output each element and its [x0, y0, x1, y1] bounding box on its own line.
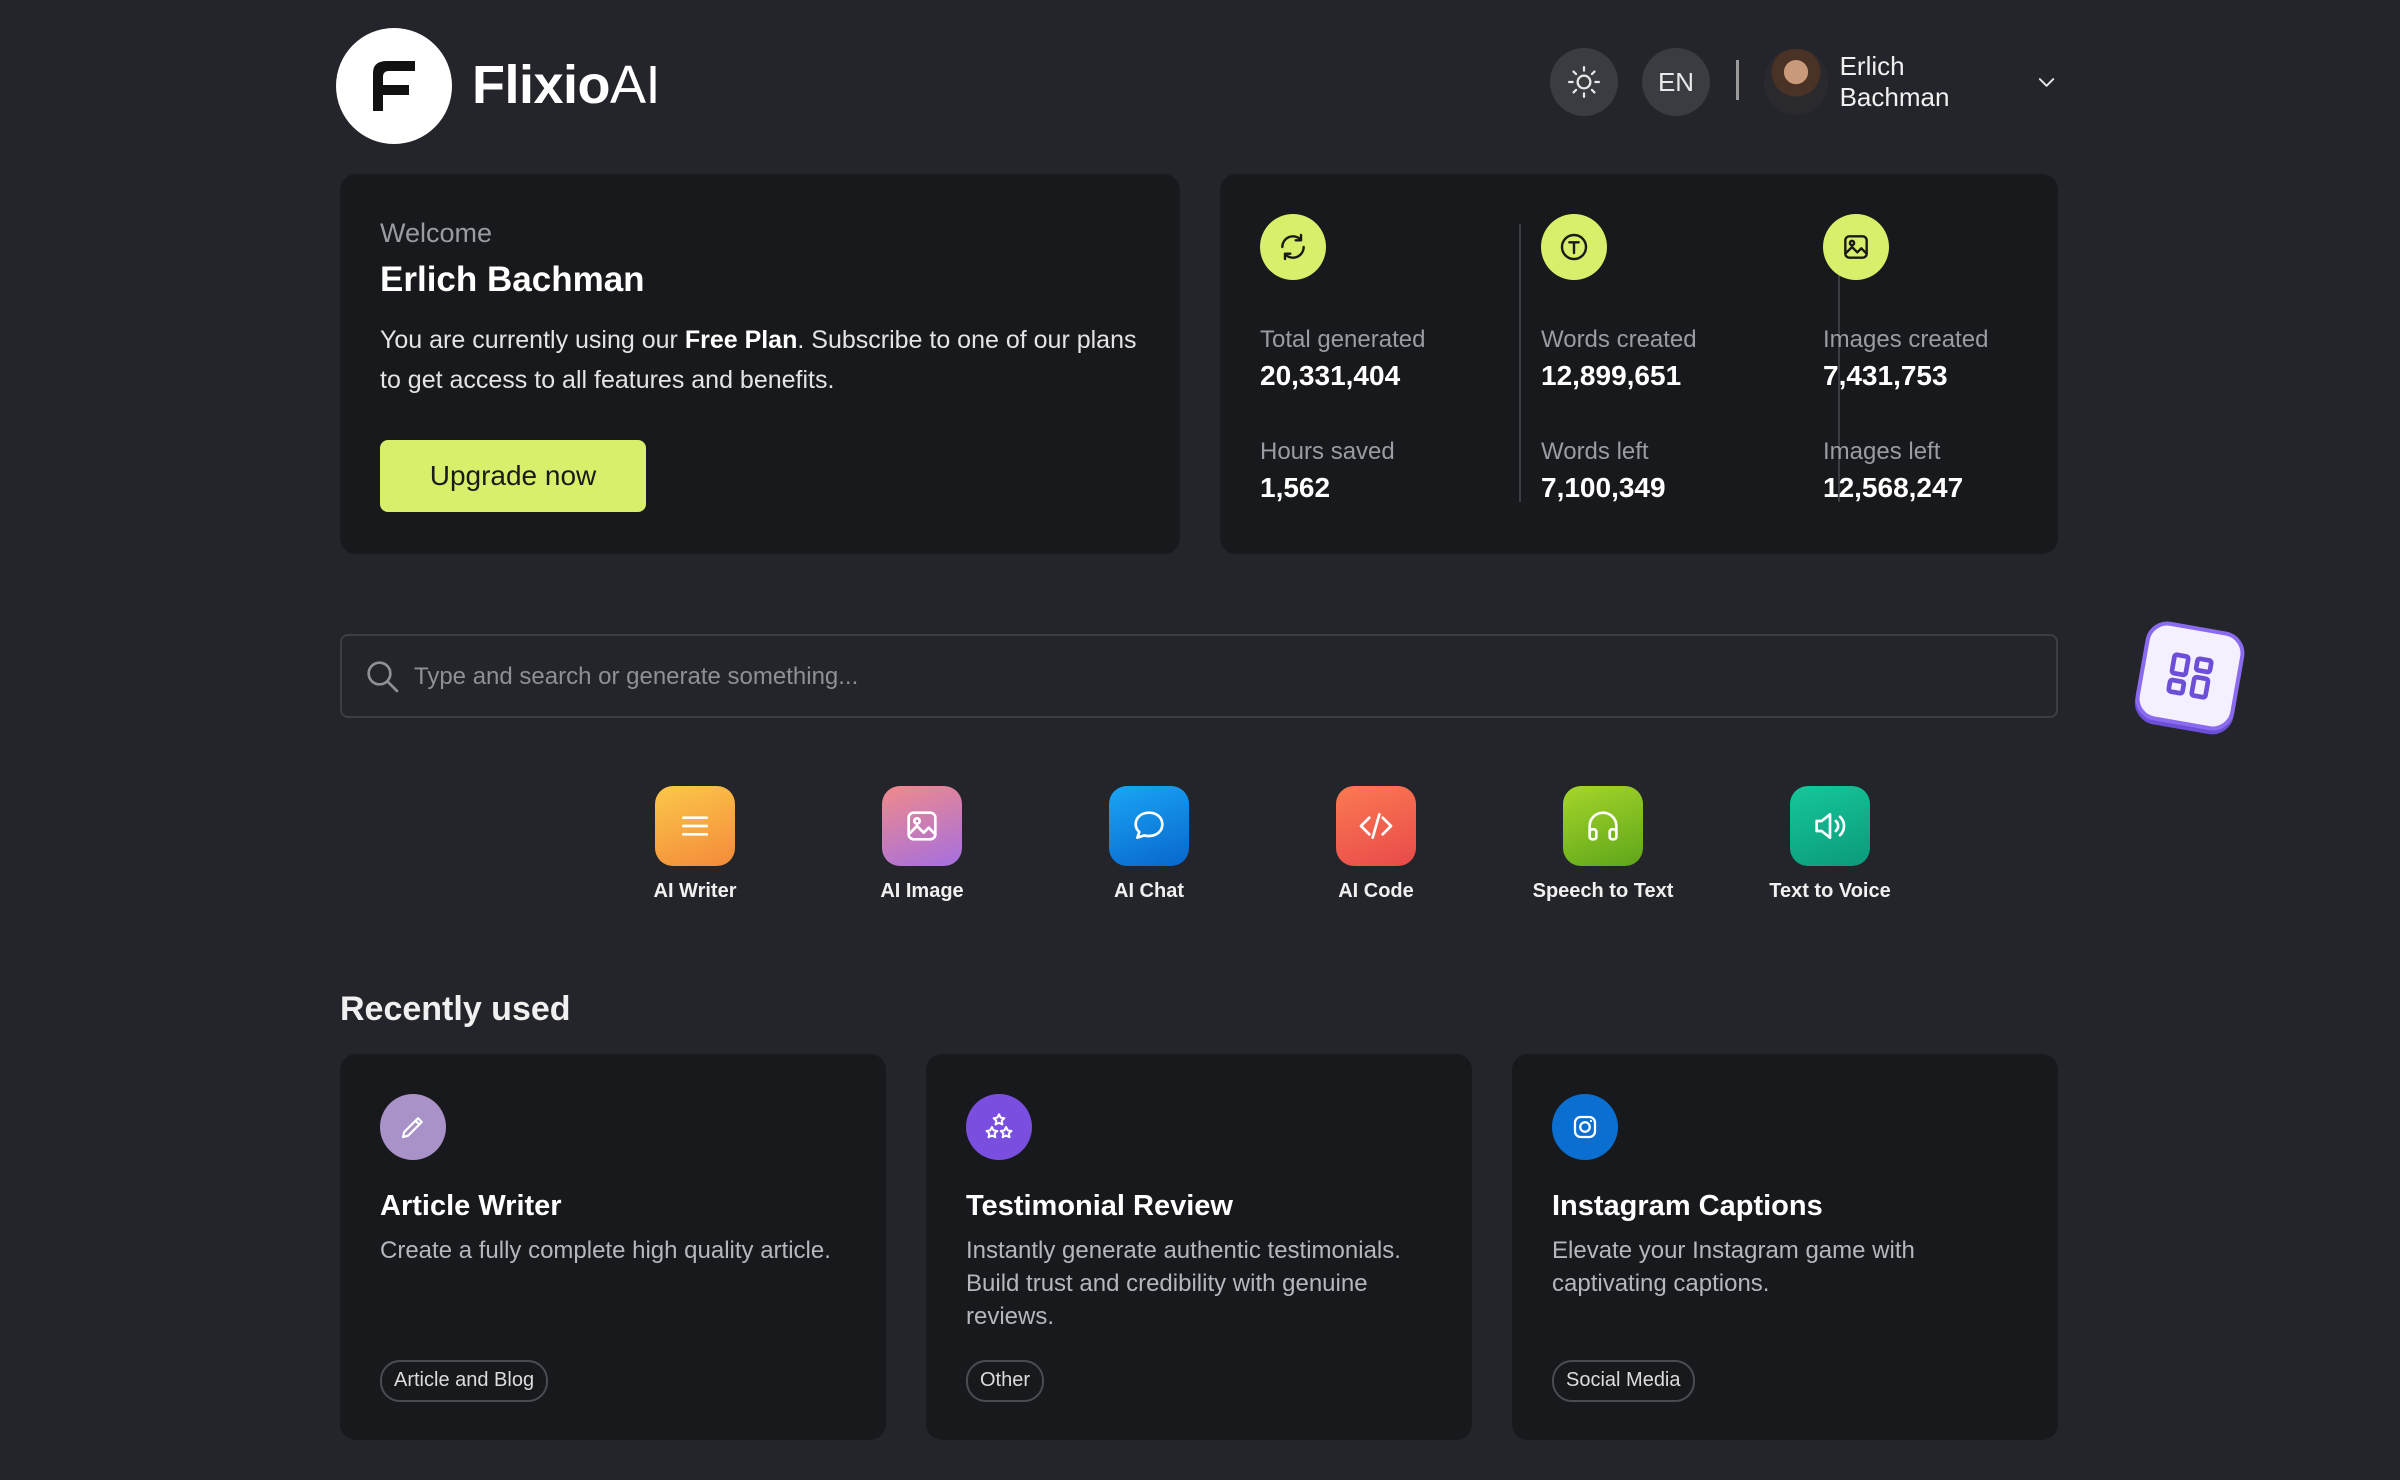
tool-shortcuts: AI Writer AI Image AI Chat AI Code Speec…: [582, 786, 1891, 906]
welcome-label: Welcome: [380, 218, 493, 248]
user-menu[interactable]: Erlich Bachman: [1764, 44, 2058, 120]
chevron-down-icon: [2038, 78, 2055, 87]
stat-total-generated: Total generated 20,331,404 Hours saved 1…: [1260, 214, 1500, 504]
welcome-card: Welcome Erlich Bachman You are currently…: [340, 174, 1180, 554]
stat-value: 12,899,651: [1541, 360, 1682, 391]
tool-label: AI Code: [1338, 880, 1414, 902]
tool-text-to-voice[interactable]: Text to Voice: [1717, 786, 1943, 903]
stat-label: Total generated: [1260, 326, 1426, 353]
theme-toggle-button[interactable]: [1550, 48, 1618, 116]
image-icon: [1823, 214, 1889, 280]
tool-label: AI Writer: [653, 880, 737, 902]
card-title: Article Writer: [380, 1190, 562, 1222]
logo-icon[interactable]: [336, 28, 452, 144]
recent-card-article-writer[interactable]: Article Writer Create a fully complete h…: [340, 1054, 886, 1440]
search-input[interactable]: [412, 636, 2016, 718]
language-button[interactable]: EN: [1642, 48, 1710, 116]
stat-label: Words left: [1541, 438, 1649, 465]
card-tag: Other: [966, 1360, 1045, 1402]
tool-ai-writer[interactable]: AI Writer: [582, 786, 808, 903]
tool-ai-chat[interactable]: AI Chat: [1036, 786, 1262, 903]
card-tag: Social Media: [1552, 1360, 1695, 1402]
plan-description: You are currently using our Free Plan. S…: [380, 320, 1140, 400]
lines-icon: [655, 786, 735, 866]
apps-grid-button[interactable]: [2132, 618, 2248, 734]
stat-images: Images created 7,431,753 Images left 12,…: [1823, 214, 2063, 504]
upgrade-button[interactable]: Upgrade now: [380, 440, 646, 512]
stat-words: Words created 12,899,651 Words left 7,10…: [1541, 214, 1781, 504]
stat-value: 7,100,349: [1541, 472, 1666, 503]
refresh-icon: [1260, 214, 1326, 280]
code-icon: [1336, 786, 1416, 866]
plan-text-before: You are currently using our: [380, 326, 685, 354]
card-tag: Article and Blog: [380, 1360, 549, 1402]
tool-label: Text to Voice: [1769, 880, 1891, 902]
text-icon: [1541, 214, 1607, 280]
search-bar[interactable]: [340, 634, 2058, 718]
tool-speech-to-text[interactable]: Speech to Text: [1490, 786, 1716, 903]
stat-divider: [1519, 224, 1521, 502]
usage-stats-card: Total generated 20,331,404 Hours saved 1…: [1220, 174, 2058, 554]
stat-value: 7,431,753: [1823, 360, 1948, 391]
plan-name: Free Plan: [684, 326, 798, 354]
stat-label: Hours saved: [1260, 438, 1395, 465]
recently-used-heading: Recently used: [340, 990, 571, 1028]
brand-name-light: AI: [610, 55, 661, 115]
tool-ai-code[interactable]: AI Code: [1263, 786, 1489, 903]
stat-label: Images created: [1823, 326, 1989, 353]
headphones-icon: [1563, 786, 1643, 866]
card-title: Testimonial Review: [966, 1190, 1233, 1222]
tool-ai-image[interactable]: AI Image: [809, 786, 1035, 903]
speaker-icon: [1790, 786, 1870, 866]
header-divider: [1736, 60, 1739, 100]
recent-card-testimonial-review[interactable]: Testimonial Review Instantly generate au…: [926, 1054, 1472, 1440]
chat-bubble-icon: [1109, 786, 1189, 866]
tool-label: Speech to Text: [1532, 880, 1674, 902]
stat-label: Images left: [1823, 438, 1941, 465]
top-header: FlixioAI EN Erlich Bachman: [336, 28, 2058, 144]
tool-label: AI Chat: [1114, 880, 1184, 902]
card-description: Elevate your Instagram game with captiva…: [1552, 1237, 1915, 1297]
apps-grid-icon: [2166, 652, 2214, 700]
stat-value: 20,331,404: [1260, 360, 1401, 391]
user-name: Erlich Bachman: [1839, 51, 1950, 112]
avatar: [1764, 49, 1828, 115]
stars-icon: [966, 1094, 1032, 1160]
card-description: Instantly generate authentic testimonial…: [966, 1237, 1401, 1330]
recent-card-instagram-captions[interactable]: Instagram Captions Elevate your Instagra…: [1512, 1054, 2058, 1440]
image-icon: [882, 786, 962, 866]
pencil-icon: [380, 1094, 446, 1160]
card-description: Create a fully complete high quality art…: [380, 1237, 831, 1264]
stat-value: 12,568,247: [1823, 472, 1964, 503]
brand-name: FlixioAI: [472, 54, 661, 116]
search-icon: [367, 661, 399, 693]
language-label: EN: [1657, 66, 1695, 97]
stat-label: Words created: [1541, 326, 1697, 353]
welcome-user-name: Erlich Bachman: [380, 260, 645, 299]
sun-icon: [1567, 65, 1601, 99]
tool-label: AI Image: [880, 880, 964, 902]
stat-value: 1,562: [1260, 472, 1331, 503]
card-title: Instagram Captions: [1552, 1190, 1823, 1222]
brand-name-bold: Flixio: [472, 55, 611, 115]
instagram-icon: [1552, 1094, 1618, 1160]
